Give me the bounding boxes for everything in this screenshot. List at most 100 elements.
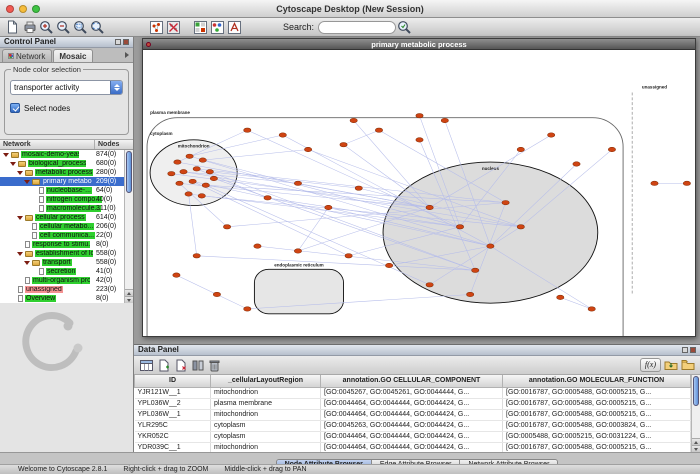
create-attribute-icon[interactable] <box>156 358 171 373</box>
expand-triangle-icon[interactable] <box>3 153 9 157</box>
attr-cell[interactable]: cytoplasm <box>211 431 321 442</box>
table-row[interactable]: YKR052Ccytoplasm[GO:0044464, GO:0044444,… <box>135 431 691 442</box>
attr-cell[interactable]: YPL036W__2 <box>135 398 211 409</box>
table-row[interactable]: YPL036W__2plasma membrane[GO:0044464, GO… <box>135 398 691 409</box>
graph-node[interactable] <box>416 138 423 142</box>
zoom-selected-icon[interactable] <box>72 19 89 36</box>
close-panel-icon[interactable] <box>123 39 129 45</box>
attr-cell[interactable]: [GO:0005488, GO:0005215, GO:0031224, G..… <box>503 431 691 442</box>
graph-node[interactable] <box>294 181 301 185</box>
expand-triangle-icon[interactable] <box>17 171 23 175</box>
zoom-out-icon[interactable] <box>55 19 72 36</box>
tree-row[interactable]: nitrogen compo...40(0) <box>0 195 124 204</box>
graph-node[interactable] <box>168 171 175 175</box>
attr-column-header[interactable]: annotation.GO MOLECULAR_FUNCTION <box>503 375 691 387</box>
attr-cell[interactable]: mitochondrion <box>211 442 321 452</box>
graph-node[interactable] <box>254 244 261 248</box>
attr-cell[interactable]: mitochondrion <box>211 387 321 398</box>
attr-cell[interactable]: YDR039C__1 <box>135 442 211 452</box>
attr-cell[interactable]: YLR295C <box>135 420 211 431</box>
select-nodes-checkbox[interactable] <box>10 103 20 113</box>
open-folder-icon[interactable] <box>680 358 695 373</box>
attr-cell[interactable]: [GO:0016787, GO:0005488, GO:0005215, G..… <box>503 398 691 409</box>
attr-cell[interactable]: [GO:0016787, GO:0005488, GO:0005215, G..… <box>503 442 691 452</box>
graph-node[interactable] <box>487 244 494 248</box>
titlebar[interactable]: Cytoscape Desktop (New Session) <box>0 0 700 18</box>
annotation-icon[interactable] <box>226 19 243 36</box>
attr-cell[interactable]: [GO:0045267, GO:0045261, GO:0044444, G..… <box>321 387 503 398</box>
graph-node[interactable] <box>185 192 192 196</box>
tree-row[interactable]: cellular process614(0) <box>0 213 124 222</box>
graph-node[interactable] <box>416 113 423 117</box>
graph-node[interactable] <box>210 176 217 180</box>
expand-triangle-icon[interactable] <box>17 252 23 256</box>
attr-cell[interactable]: YJR121W__1 <box>135 387 211 398</box>
graph-node[interactable] <box>264 196 271 200</box>
network-canvas[interactable]: plasma membranecytoplasmmitochondrionnuc… <box>143 50 695 336</box>
grid-layout-icon[interactable] <box>192 19 209 36</box>
table-scrollbar[interactable] <box>691 375 700 452</box>
attr-cell[interactable]: [GO:0044464, GO:0044444, GO:0044424, G..… <box>321 409 503 420</box>
expand-triangle-icon[interactable] <box>17 216 23 220</box>
tab-mosaic[interactable]: Mosaic <box>53 49 93 62</box>
tree-row[interactable]: macromolecule...311(0) <box>0 204 124 213</box>
attr-cell[interactable]: [GO:0045263, GO:0044444, GO:0044424, G..… <box>321 420 503 431</box>
graph-node[interactable] <box>385 263 392 267</box>
attr-cell[interactable]: [GO:0016787, GO:0005488, GO:0005215, G..… <box>503 387 691 398</box>
tree-row[interactable]: transport558(0) <box>0 258 124 267</box>
graph-node[interactable] <box>426 283 433 287</box>
tree-row[interactable]: multi-organism pro...42(0) <box>0 276 124 285</box>
tree-row[interactable]: secretion41(0) <box>0 267 124 276</box>
zoom-window-button[interactable] <box>32 5 40 13</box>
tree-scrollbar[interactable] <box>124 150 133 303</box>
graph-node[interactable] <box>426 205 433 209</box>
graph-node[interactable] <box>467 292 474 296</box>
float-panel-icon[interactable] <box>115 39 121 45</box>
graph-node[interactable] <box>279 133 286 137</box>
graph-node[interactable] <box>517 225 524 229</box>
network-view-window[interactable]: primary metabolic process plasma membran… <box>142 38 696 337</box>
graph-node[interactable] <box>345 254 352 258</box>
attr-cell[interactable]: plasma membrane <box>211 398 321 409</box>
graph-node[interactable] <box>193 254 200 258</box>
tree-row[interactable]: Overview8(0) <box>0 294 124 303</box>
graph-node[interactable] <box>174 160 181 164</box>
print-icon[interactable] <box>21 19 38 36</box>
graph-node[interactable] <box>517 147 524 151</box>
tree-row[interactable]: cellular metabo...206(0) <box>0 222 124 231</box>
expand-triangle-icon[interactable] <box>24 180 30 184</box>
close-window-button[interactable] <box>6 5 14 13</box>
graph-node[interactable] <box>456 225 463 229</box>
table-row[interactable]: YPL036W__1mitochondrion[GO:0044464, GO:0… <box>135 409 691 420</box>
match-attribute-icon[interactable] <box>190 358 205 373</box>
attr-cell[interactable]: [GO:0044464, GO:0044444, GO:0044424, G..… <box>321 398 503 409</box>
graph-node[interactable] <box>193 167 200 171</box>
zoom-in-icon[interactable] <box>38 19 55 36</box>
graph-node[interactable] <box>350 118 357 122</box>
attr-cell[interactable]: YPL036W__1 <box>135 409 211 420</box>
graph-node[interactable] <box>198 194 205 198</box>
tree-scrollbar-thumb[interactable] <box>126 151 132 193</box>
tree-column-network[interactable]: Network <box>0 140 95 149</box>
graph-node[interactable] <box>186 154 193 158</box>
graph-node[interactable] <box>244 307 251 311</box>
graph-node[interactable] <box>213 292 220 296</box>
expand-triangle-icon[interactable] <box>24 261 30 265</box>
table-row[interactable]: YDR039C__1mitochondrion[GO:0044464, GO:0… <box>135 442 691 452</box>
scroll-down-icon[interactable] <box>692 445 700 452</box>
attr-cell[interactable]: [GO:0016787, GO:0005488, GO:0003824, G..… <box>503 420 691 431</box>
tree-row[interactable]: metabolic process280(0) <box>0 168 124 177</box>
graph-node[interactable] <box>472 268 479 272</box>
tree-row[interactable]: cell communica...22(0) <box>0 231 124 240</box>
graph-node[interactable] <box>502 200 509 204</box>
graph-node[interactable] <box>223 225 230 229</box>
create-view-icon[interactable] <box>148 19 165 36</box>
import-attributes-icon[interactable] <box>663 358 678 373</box>
tab-scroll-right-icon[interactable] <box>125 52 129 58</box>
graph-node[interactable] <box>173 273 180 277</box>
graph-node[interactable] <box>573 162 580 166</box>
tree-row[interactable]: biological_process680(0) <box>0 159 124 168</box>
minimize-window-button[interactable] <box>19 5 27 13</box>
graph-node[interactable] <box>375 128 382 132</box>
graph-node[interactable] <box>206 170 213 174</box>
